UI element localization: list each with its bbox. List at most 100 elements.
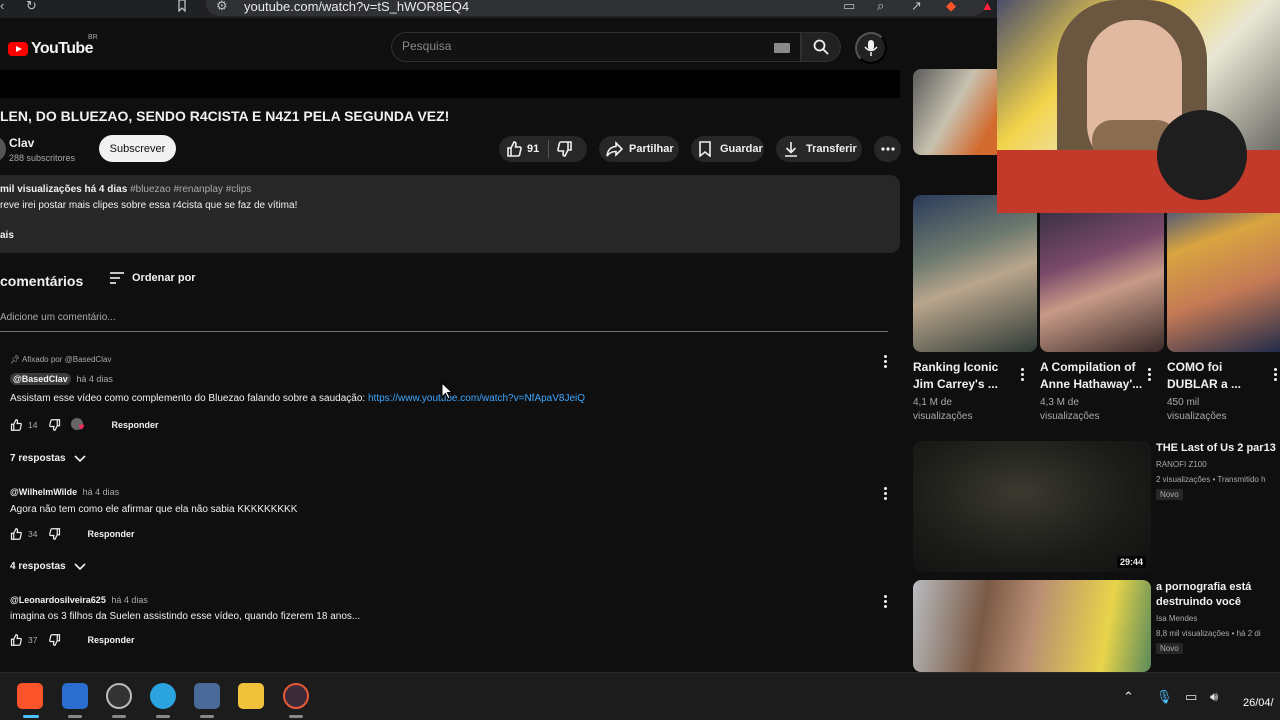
mouse-cursor-icon <box>441 382 453 400</box>
short-thumbnail[interactable] <box>1167 195 1280 352</box>
site-settings-icon[interactable]: ⚙ <box>216 0 228 12</box>
comment-time[interactable]: há 4 dias <box>111 595 148 605</box>
dislike-icon[interactable] <box>49 528 61 540</box>
share-arrow-icon <box>606 141 623 157</box>
thumbs-up-icon <box>507 141 522 157</box>
short-title[interactable]: A Compilation of Anne Hathaway'... <box>1040 359 1142 393</box>
channel-name[interactable]: Clav <box>9 136 34 150</box>
settings-icon[interactable] <box>194 683 220 709</box>
dislike-icon[interactable] <box>49 634 61 646</box>
zoom-icon[interactable]: ⌕ <box>877 0 884 12</box>
comment-menu-button[interactable] <box>884 487 888 502</box>
telegram-icon[interactable] <box>150 683 176 709</box>
network-icon[interactable]: ▭ <box>1185 689 1197 705</box>
short-views: 4,3 M de visualizações <box>1040 397 1100 422</box>
like-icon[interactable] <box>10 528 22 540</box>
description-box[interactable]: mil visualizações há 4 dias #bluezao #re… <box>0 175 900 253</box>
comment-like-count: 14 <box>28 420 38 430</box>
video-title[interactable]: a pornografia está destruindo você <box>1156 580 1251 610</box>
video-thumbnail[interactable] <box>913 441 1151 572</box>
video-channel[interactable]: RANOFI Z100 <box>1156 460 1207 469</box>
video-title[interactable]: THE Last of Us 2 par13 <box>1156 441 1276 456</box>
short-views: 4,1 M de visualizações <box>913 397 973 422</box>
video-duration: 29:44 <box>1117 556 1147 568</box>
notepad-icon[interactable] <box>62 683 88 709</box>
video-title: LEN, DO BLUEZAO, SENDO R4CISTA E N4Z1 PE… <box>0 108 450 124</box>
show-more-link[interactable]: ais <box>0 230 14 241</box>
download-button[interactable]: Transferir <box>776 136 862 162</box>
bookmark-icon[interactable] <box>176 0 188 14</box>
save-button[interactable]: Guardar <box>691 136 764 162</box>
comment-menu-button[interactable] <box>884 595 888 610</box>
short-menu-button[interactable] <box>1274 368 1278 383</box>
brave-browser-icon[interactable] <box>17 683 43 709</box>
obs-icon[interactable] <box>106 683 132 709</box>
comment-time[interactable]: há 4 dias <box>83 487 120 497</box>
video-meta: 8,8 mil visualizações • há 2 di <box>1156 629 1261 638</box>
search-input[interactable] <box>402 39 762 53</box>
short-thumbnail[interactable] <box>913 195 1037 352</box>
comments-count-title: comentários <box>0 273 84 289</box>
reply-button[interactable]: Responder <box>87 635 134 645</box>
share-button[interactable]: Partilhar <box>599 136 679 162</box>
search-button[interactable] <box>801 32 841 62</box>
file-explorer-icon[interactable] <box>238 683 264 709</box>
back-icon[interactable]: ‹ <box>0 0 4 12</box>
comment-author[interactable]: @BasedClav <box>10 373 71 385</box>
url-text[interactable]: youtube.com/watch?v=tS_hWOR8EQ4 <box>244 0 469 13</box>
like-icon[interactable] <box>10 634 22 646</box>
more-actions-button[interactable] <box>874 136 901 162</box>
search-icon <box>813 39 829 55</box>
comment-thread: @WilhelmWilde há 4 dias Agora não tem co… <box>10 487 890 575</box>
comment-link[interactable]: https://www.youtube.com/watch?v=NfApaV8J… <box>368 393 585 404</box>
video-thumbnail[interactable] <box>913 580 1151 672</box>
hashtags[interactable]: #bluezao #renanplay #clips <box>130 184 251 195</box>
video-player-bottom[interactable] <box>0 70 900 98</box>
subscribe-button[interactable]: Subscrever <box>99 135 176 162</box>
short-menu-button[interactable] <box>1021 368 1025 383</box>
microphone-tray-icon[interactable]: 🎙︎ <box>1156 689 1173 705</box>
subscriber-count: 288 subscritores <box>9 153 76 163</box>
bookmark-icon <box>699 141 711 157</box>
media-player-icon[interactable] <box>283 683 309 709</box>
short-menu-button[interactable] <box>1148 368 1152 383</box>
like-icon[interactable] <box>10 419 22 431</box>
voice-search-button[interactable] <box>855 32 887 64</box>
short-thumbnail[interactable] <box>1040 195 1164 352</box>
reload-icon[interactable]: ↻ <box>26 0 37 12</box>
replies-toggle[interactable]: 7 respostas <box>10 453 86 464</box>
keyboard-icon[interactable] <box>774 43 790 53</box>
comment-menu-button[interactable] <box>884 355 888 370</box>
dislike-icon[interactable] <box>49 419 61 431</box>
comment-author[interactable]: @WilhelmWilde <box>10 487 77 497</box>
more-horizontal-icon <box>880 147 895 151</box>
short-title[interactable]: Ranking Iconic Jim Carrey's ... <box>913 359 998 393</box>
reply-button[interactable]: Responder <box>111 420 158 430</box>
channel-avatar[interactable] <box>0 136 6 162</box>
short-title[interactable]: COMO foi DUBLAR a ... <box>1167 359 1241 393</box>
show-hidden-icons-icon[interactable]: ⌃ <box>1123 689 1134 705</box>
running-indicator <box>156 715 170 718</box>
install-icon[interactable]: ▭ <box>843 0 855 12</box>
share-icon[interactable]: ↗ <box>911 0 922 12</box>
brave-rewards-icon[interactable]: ▲ <box>981 0 994 12</box>
reply-button[interactable]: Responder <box>87 529 134 539</box>
add-comment-input[interactable]: Adicione um comentário... <box>0 312 888 332</box>
clock-date[interactable]: 26/04/ <box>1243 697 1274 709</box>
sort-button[interactable]: Ordenar por <box>110 272 196 284</box>
comment-time[interactable]: há 4 dias <box>76 374 113 384</box>
views-date: mil visualizações há 4 dias <box>0 184 128 195</box>
chevron-down-icon <box>74 454 86 462</box>
dislike-button[interactable] <box>549 141 573 157</box>
brave-shield-icon[interactable]: ◆ <box>946 0 956 12</box>
video-channel[interactable]: Isa Mendes <box>1156 614 1197 623</box>
volume-icon[interactable]: 🔊︎ <box>1210 689 1218 705</box>
video-thumbnail[interactable] <box>913 69 1003 155</box>
search-box[interactable] <box>391 32 801 62</box>
comment-author[interactable]: @Leonardosilveira625 <box>10 595 106 605</box>
replies-toggle[interactable]: 4 respostas <box>10 561 86 572</box>
like-button[interactable]: 91 <box>499 141 539 157</box>
youtube-logo[interactable]: YouTube BR <box>8 34 98 58</box>
new-badge: Novo <box>1156 643 1183 654</box>
new-badge: Novo <box>1156 489 1183 500</box>
